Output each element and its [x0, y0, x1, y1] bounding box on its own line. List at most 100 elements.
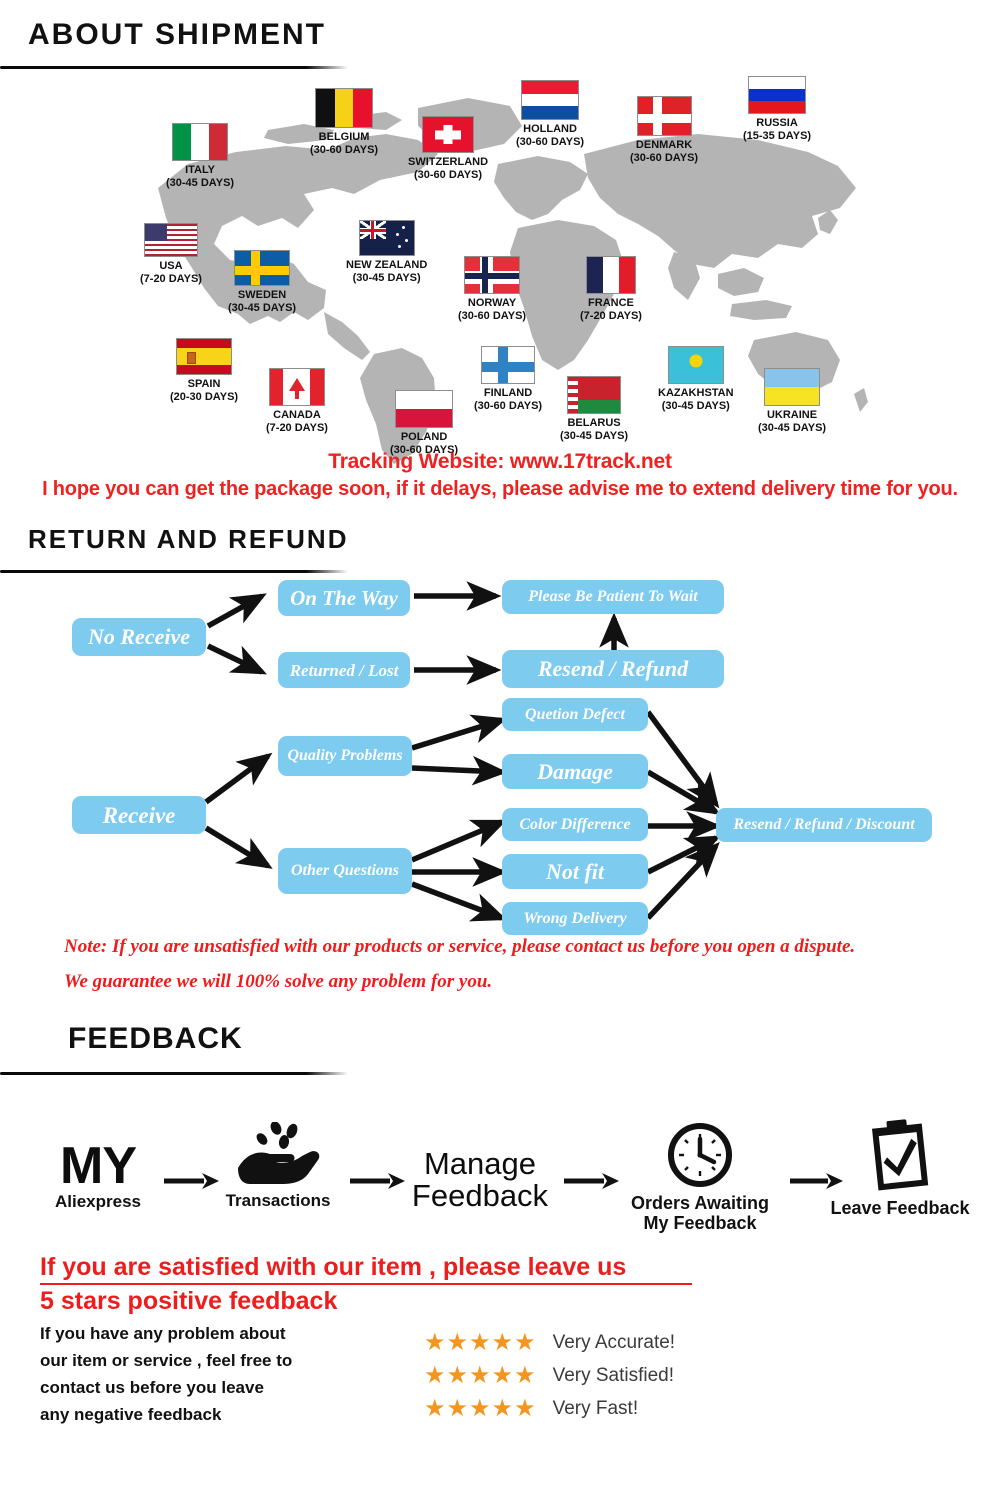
destination-ukraine: UKRAINE (30-45 DAYS) — [758, 368, 826, 435]
rating-row-fast: ★★★★★ Very Fast! — [424, 1397, 638, 1421]
problem-paragraph-line2: our item or service , feel free to — [40, 1351, 293, 1370]
canada-flag — [268, 368, 325, 406]
rating-label: Very Satisfied! — [552, 1365, 675, 1386]
feedback-step-orders-awaiting: Orders Awaiting My Feedback — [620, 1122, 780, 1233]
return-refund-flowchart: No Receive On The Way Returned / Lost Pl… — [0, 560, 1000, 960]
country-name: POLAND — [400, 431, 448, 443]
arrow-right-icon-3 — [564, 1173, 619, 1189]
country-name: FRANCE — [588, 297, 634, 309]
headline-underline — [40, 1283, 692, 1285]
country-days: (30-45 DAYS) — [661, 400, 730, 412]
rating-label: Very Accurate! — [552, 1332, 676, 1353]
feedback-step-leave-feedback: Leave Feedback — [820, 1118, 980, 1217]
node-please-be-patient[interactable]: Please Be Patient To Wait — [502, 580, 724, 614]
usa-flag — [143, 223, 198, 257]
problem-paragraph-line3: contact us before you leave — [40, 1378, 264, 1397]
feedback-step-caption: Feedback — [411, 1177, 549, 1213]
country-days: (7-20 DAYS) — [266, 422, 328, 434]
country-name: SWITZERLAND — [408, 156, 489, 168]
node-resend-refund[interactable]: Resend / Refund — [502, 650, 724, 688]
node-quality-problems[interactable]: Quality Problems — [278, 736, 412, 776]
node-damage[interactable]: Damage — [502, 754, 648, 789]
belarus-flag — [567, 376, 622, 414]
country-days: (30-45 DAYS) — [228, 302, 297, 314]
shipping-info-infographic: ABOUT SHIPMENT ITALY (30-45 DAYS) BELGIU… — [0, 0, 1000, 1500]
country-days: (30-45 DAYS) — [560, 430, 629, 442]
destination-italy: ITALY (30-45 DAYS) — [166, 123, 234, 190]
holland-flag — [521, 80, 580, 120]
node-other-questions[interactable]: Other Questions — [278, 848, 412, 894]
destination-belarus: BELARUS (30-45 DAYS) — [560, 376, 628, 443]
star-rating-icon: ★★★★★ — [424, 1362, 537, 1389]
country-name: ITALY — [185, 164, 216, 176]
feedback-step-caption: Transactions — [225, 1191, 331, 1210]
destination-kazakhstan: KAZAKHSTAN (30-45 DAYS) — [658, 346, 734, 413]
feedback-step-transactions: Transactions — [212, 1122, 344, 1209]
hand-coins-icon — [238, 1122, 320, 1184]
feedback-step-caption: Aliexpress — [55, 1192, 141, 1212]
destination-new-zealand: NEW ZEALAND (30-45 DAYS) — [346, 220, 427, 285]
country-days: (30-45 DAYS) — [166, 177, 235, 189]
destination-spain: SPAIN (20-30 DAYS) — [170, 338, 238, 404]
country-name: FINLAND — [483, 387, 533, 399]
destination-sweden: SWEDEN (30-45 DAYS) — [228, 250, 296, 315]
destination-russia: RUSSIA (15-35 DAYS) — [743, 76, 811, 143]
country-name: BELGIUM — [318, 131, 370, 143]
tracking-website-line: Tracking Website: www.17track.net — [328, 450, 672, 473]
country-days: (7-20 DAYS) — [140, 273, 202, 285]
star-rating-icon: ★★★★★ — [424, 1395, 537, 1422]
country-name: NORWAY — [467, 297, 517, 309]
node-color-difference[interactable]: Color Difference — [502, 808, 648, 841]
france-flag — [585, 256, 636, 294]
node-returned-lost[interactable]: Returned / Lost — [278, 652, 410, 688]
finland-flag — [481, 346, 536, 384]
manage-label: Manage — [423, 1146, 537, 1181]
node-quetion-defect[interactable]: Quetion Defect — [502, 698, 648, 731]
node-wrong-delivery[interactable]: Wrong Delivery — [502, 902, 648, 935]
destination-finland: FINLAND (30-60 DAYS) — [474, 346, 542, 413]
country-days: (30-45 DAYS) — [352, 272, 421, 284]
feedback-step-my-aliexpress: MY Aliexpress — [38, 1140, 158, 1212]
destination-switzerland: SWITZERLAND (30-60 DAYS) — [408, 116, 488, 182]
destination-denmark: DENMARK (30-60 DAYS) — [630, 96, 698, 165]
delivery-delay-note: I hope you can get the package soon, if … — [42, 478, 958, 500]
rating-label: Very Fast! — [552, 1398, 639, 1419]
node-receive[interactable]: Receive — [72, 796, 206, 834]
feedback-step-manage-feedback: Manage Feedback — [400, 1148, 560, 1212]
country-days: (30-60 DAYS) — [474, 400, 543, 412]
country-name: DENMARK — [635, 139, 693, 151]
destination-canada: CANADA (7-20 DAYS) — [266, 368, 328, 435]
feedback-steps-strip: MY Aliexpress Transactions Manage Feedba… — [0, 1110, 1000, 1240]
kazakhstan-flag — [667, 346, 724, 384]
country-days: (20-30 DAYS) — [170, 391, 239, 403]
dispute-note-line1: Note: If you are unsatisfied with our pr… — [64, 936, 856, 957]
arrow-right-icon-2 — [350, 1173, 405, 1189]
node-not-fit[interactable]: Not fit — [502, 854, 648, 889]
country-days: (7-20 DAYS) — [580, 310, 642, 322]
country-name: KAZAKHSTAN — [658, 387, 734, 399]
country-name: RUSSIA — [756, 117, 798, 129]
new-zealand-flag — [358, 220, 415, 256]
node-resend-refund-discount[interactable]: Resend / Refund / Discount — [716, 808, 932, 842]
country-days: (30-60 DAYS) — [630, 152, 699, 164]
russia-flag — [748, 76, 807, 114]
node-no-receive[interactable]: No Receive — [72, 618, 206, 656]
star-rating-icon: ★★★★★ — [424, 1329, 537, 1356]
feedback-step-caption: Leave Feedback — [830, 1198, 970, 1218]
country-name: CANADA — [273, 409, 321, 421]
country-days: (30-60 DAYS) — [413, 169, 483, 181]
country-name: SWEDEN — [237, 289, 287, 301]
country-days: (30-45 DAYS) — [758, 422, 827, 434]
switzerland-flag — [422, 116, 475, 153]
country-days: (15-35 DAYS) — [743, 130, 812, 142]
country-name: UKRAINE — [766, 409, 818, 421]
country-name: USA — [159, 260, 183, 272]
problem-paragraph-line1: If you have any problem about — [40, 1324, 286, 1343]
norway-flag — [464, 256, 521, 294]
rating-row-satisfied: ★★★★★ Very Satisfied! — [424, 1364, 674, 1388]
destination-norway: NORWAY (30-60 DAYS) — [458, 256, 526, 323]
return-refund-title: RETURN AND REFUND — [28, 524, 349, 554]
node-on-the-way[interactable]: On The Way — [278, 580, 410, 616]
spain-flag — [176, 338, 233, 375]
country-days: (30-60 DAYS) — [458, 310, 527, 322]
